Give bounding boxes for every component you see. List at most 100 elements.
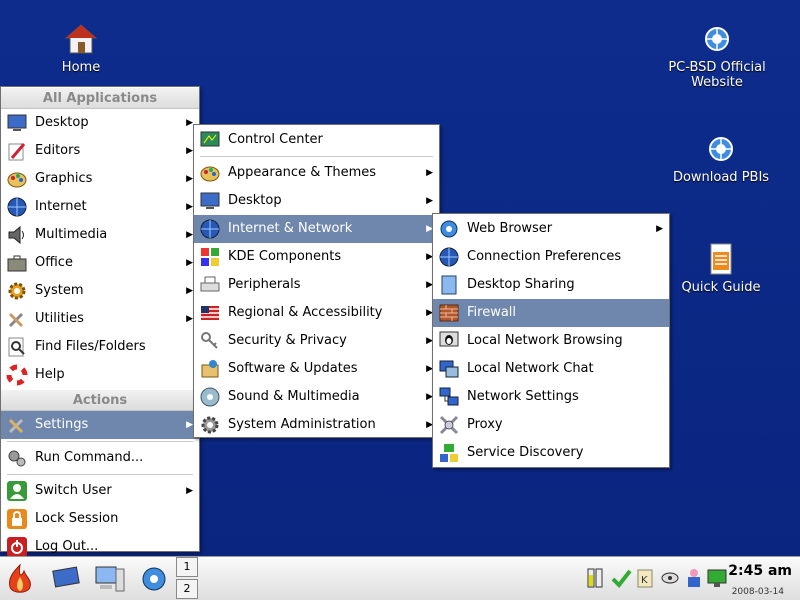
menu-label: Multimedia [35,227,108,242]
menu-item-find-files[interactable]: Find Files/Folders [1,333,199,361]
menu-item-control-center[interactable]: Control Center [194,126,439,154]
menu-label: System [35,283,84,298]
menu-item-internet-network[interactable]: Internet & Network ▶ [194,215,439,243]
checkmark-icon[interactable] [610,567,632,589]
menu-item-peripherals[interactable]: Peripherals ▶ [194,271,439,299]
menu-item-office[interactable]: Office ▶ [1,249,199,277]
k-menu-button[interactable] [2,561,38,597]
start-menu: All Applications Desktop ▶ Editors ▶ Graph… [0,86,200,557]
gear-icon [199,414,221,436]
home-desktop-icon[interactable]: Home [6,22,156,75]
menu-item-proxy[interactable]: Proxy [433,411,669,439]
menu-label: Control Center [228,132,323,147]
gear-icon [6,280,28,302]
menu-item-desktop-settings[interactable]: Desktop ▶ [194,187,439,215]
network-status-icon[interactable] [706,567,727,589]
menu-item-web-browser[interactable]: Web Browser ▶ [433,215,669,243]
menu-item-editors[interactable]: Editors ▶ [1,137,199,165]
menu-item-lock-session[interactable]: Lock Session [1,505,199,533]
menu-item-system[interactable]: System ▶ [1,277,199,305]
menu-item-switch-user[interactable]: Switch User ▶ [1,477,199,505]
menu-item-software-updates[interactable]: Software & Updates ▶ [194,355,439,383]
menu-item-desktop-sharing[interactable]: Desktop Sharing [433,271,669,299]
menu-label: Run Command... [35,450,144,465]
cd-icon [199,386,221,408]
submenu-arrow-icon: ▶ [186,146,193,156]
submenu-arrow-icon: ▶ [186,202,193,212]
package-icon [199,358,221,380]
actions-header: Actions [1,389,199,411]
clock-time[interactable]: 2:45 am [728,563,792,579]
palette-icon [199,162,221,184]
menu-item-kde-components[interactable]: KDE Components ▶ [194,243,439,271]
menu-item-connection-preferences[interactable]: Connection Preferences [433,243,669,271]
tools-icon [6,308,28,330]
submenu-arrow-icon: ▶ [426,196,433,206]
menu-label: Web Browser [467,221,553,236]
speaker-icon [6,224,28,246]
menu-label: Desktop [228,193,282,208]
menu-item-security-privacy[interactable]: Security & Privacy ▶ [194,327,439,355]
desktop-launcher[interactable] [48,561,84,597]
menu-label: Find Files/Folders [35,339,146,354]
menu-item-regional-accessibility[interactable]: Regional & Accessibility ▶ [194,299,439,327]
menu-item-service-discovery[interactable]: Service Discovery [433,439,669,467]
globe-gear-icon [142,567,166,591]
pcbsd-website-desktop-icon[interactable]: PC-BSD Official Website [642,22,792,90]
menu-item-appearance-themes[interactable]: Appearance & Themes ▶ [194,159,439,187]
all-applications-header: All Applications [1,87,199,109]
menu-item-sound-multimedia[interactable]: Sound & Multimedia ▶ [194,383,439,411]
globe-gear-icon [438,218,460,240]
menu-item-internet[interactable]: Internet ▶ [1,193,199,221]
menu-label: Switch User [35,483,112,498]
show-desktop-icon [52,566,80,588]
desktop-pager-2[interactable]: 2 [176,579,198,599]
keys-icon [199,330,221,352]
submenu-arrow-icon: ▶ [186,174,193,184]
desktop-pager-1[interactable]: 1 [176,557,198,577]
pcbsd-label: PC-BSD Official Website [668,60,766,90]
clock-date: 2008-03-14 [731,587,784,597]
menu-item-multimedia[interactable]: Multimedia ▶ [1,221,199,249]
menu-item-system-administration[interactable]: System Administration ▶ [194,411,439,439]
menu-label: Service Discovery [467,445,584,460]
menu-item-help[interactable]: Help [1,361,199,389]
menu-label: Peripherals [228,277,301,292]
lifebuoy-icon [6,364,28,386]
menu-item-desktop[interactable]: Desktop ▶ [1,109,199,137]
submenu-arrow-icon: ▶ [186,286,193,296]
menu-item-local-network-browsing[interactable]: Local Network Browsing [433,327,669,355]
menu-item-run-command[interactable]: Run Command... [1,444,199,472]
menu-label: Software & Updates [228,361,358,376]
menu-label: Settings [35,417,89,432]
menu-label: Desktop [35,115,89,130]
tux-monitor-icon [438,330,460,352]
pbis-label: Download PBIs [672,170,770,185]
battery-icon[interactable] [586,567,604,589]
menu-item-graphics[interactable]: Graphics ▶ [1,165,199,193]
separator [7,441,193,442]
components-icon [199,246,221,268]
user-prefs-icon[interactable] [684,567,702,589]
browser-launcher[interactable] [136,561,172,597]
system-launcher[interactable] [92,561,128,597]
menu-label: KDE Components [228,249,342,264]
menu-label: Graphics [35,171,93,186]
menu-label: Utilities [35,311,84,326]
separator [7,474,193,475]
menu-label: Internet [35,199,87,214]
menu-item-utilities[interactable]: Utilities ▶ [1,305,199,333]
pencil-icon [6,140,28,162]
submenu-arrow-icon: ▶ [186,486,193,496]
menu-item-firewall[interactable]: Firewall [433,299,669,327]
cd-icon[interactable] [660,567,679,589]
download-pbis-desktop-icon[interactable]: Download PBIs [646,132,796,185]
proxy-icon [438,414,460,436]
user-icon [6,480,28,502]
submenu-arrow-icon: ▶ [186,314,193,324]
menu-label: Appearance & Themes [228,165,377,180]
menu-item-local-network-chat[interactable]: Local Network Chat [433,355,669,383]
klipper-icon[interactable]: K [636,567,654,589]
menu-item-network-settings[interactable]: Network Settings [433,383,669,411]
menu-item-settings[interactable]: Settings ▶ [1,411,199,439]
